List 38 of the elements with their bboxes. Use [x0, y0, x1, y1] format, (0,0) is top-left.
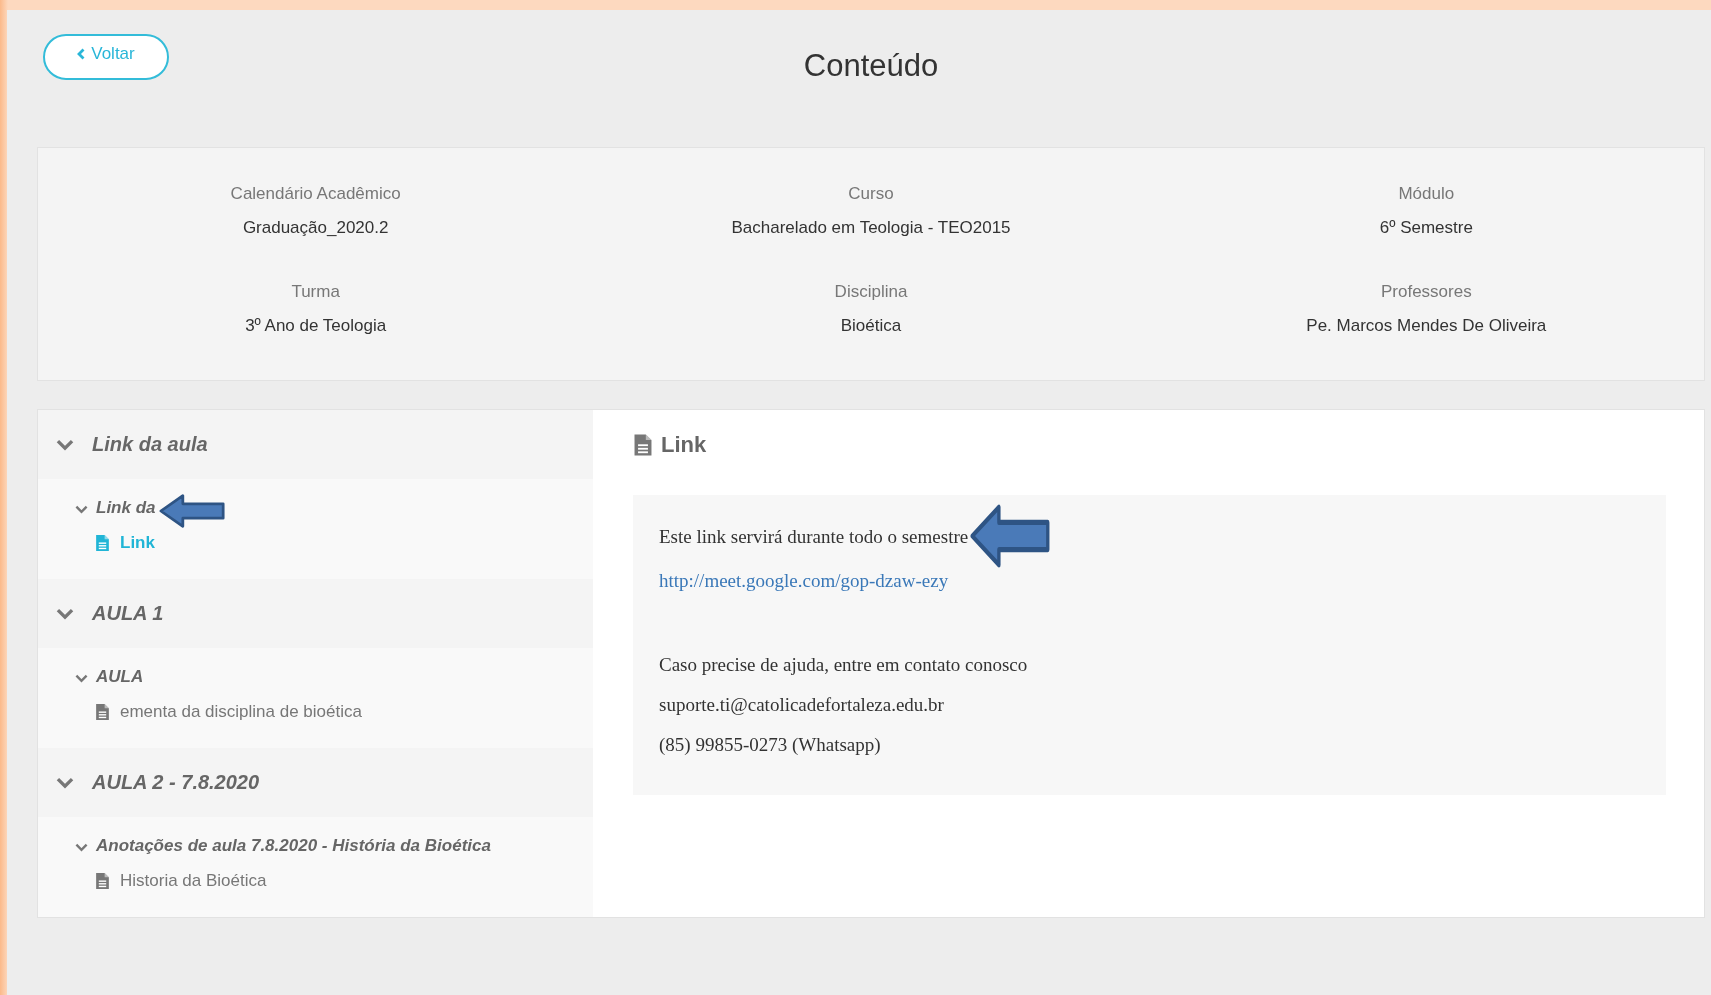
- content-item[interactable]: ementa da disciplina de bioética: [75, 692, 593, 732]
- field-value: Bacharelado em Teologia - TEO2015: [730, 218, 1012, 238]
- subsection-header[interactable]: Link da: [75, 493, 593, 523]
- meeting-link[interactable]: http://meet.google.com/gop-dzaw-ezy: [659, 570, 949, 591]
- chevron-left-icon: [77, 48, 86, 60]
- page-title: Conteúdo: [803, 48, 939, 84]
- section-header[interactable]: AULA 2 - 7.8.2020: [38, 748, 593, 817]
- field-value: Graduação_2020.2: [241, 218, 390, 238]
- field-value: Pe. Marcos Mendes De Oliveira: [1305, 316, 1548, 336]
- field-value: 3º Ano de Teologia: [244, 316, 388, 336]
- field-label: Disciplina: [833, 282, 909, 302]
- field-value: Bioética: [839, 316, 903, 336]
- subsection-header[interactable]: Anotações de aula 7.8.2020 - História da Bioética: [75, 831, 593, 861]
- document-icon: [95, 534, 110, 552]
- section-header[interactable]: Link da aula: [38, 410, 593, 479]
- content-item[interactable]: Historia da Bioética: [75, 861, 593, 901]
- content-heading: Link: [661, 432, 707, 458]
- field-label: Curso: [847, 184, 895, 204]
- field-label: Professores: [1379, 282, 1473, 302]
- document-icon: [95, 703, 110, 721]
- field-label: Turma: [290, 282, 341, 302]
- field-label: Calendário Acadêmico: [229, 184, 402, 204]
- chevron-down-icon: [56, 776, 74, 789]
- subsection-header[interactable]: AULA: [75, 662, 593, 692]
- content-text: suporte.ti@catolicadefortaleza.edu.br: [659, 694, 944, 715]
- section-header[interactable]: AULA 1: [38, 579, 593, 648]
- content-text: Este link servirá durante todo o semestre: [659, 526, 969, 547]
- document-icon: [633, 433, 653, 457]
- content-text: Caso precise de ajuda, entre em contato conosco: [659, 654, 1028, 675]
- field-label: Módulo: [1397, 184, 1456, 204]
- chevron-down-icon: [56, 438, 74, 451]
- field-value: 6º Semestre: [1378, 218, 1474, 238]
- chevron-down-icon: [56, 607, 74, 620]
- chevron-down-icon: [75, 505, 88, 514]
- chevron-down-icon: [75, 674, 88, 683]
- document-icon: [95, 872, 110, 890]
- chevron-down-icon: [75, 843, 88, 852]
- content-text: (85) 99855-0273 (Whatsapp): [659, 734, 881, 755]
